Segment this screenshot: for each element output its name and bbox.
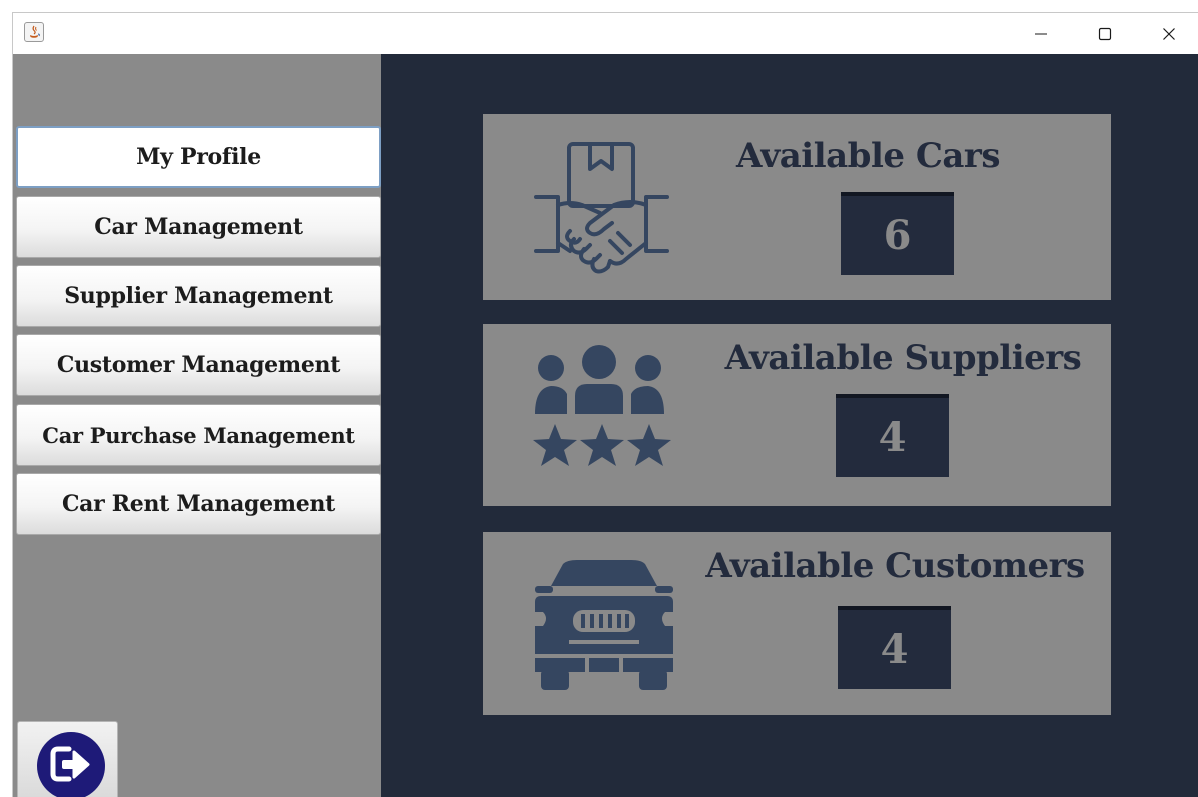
card-title: Available Cars (736, 136, 1000, 176)
nav-my-profile-button[interactable]: My Profile (16, 126, 381, 188)
team-rating-icon (533, 344, 678, 478)
car-front-icon (533, 560, 678, 696)
cars-count: 6 (841, 192, 954, 275)
nav-label: Car Purchase Management (42, 422, 355, 448)
title-bar (13, 13, 1198, 54)
customers-count: 4 (838, 606, 951, 689)
card-title: Available Suppliers (724, 338, 1082, 378)
suppliers-count: 4 (836, 394, 949, 477)
dashboard-panel: Available Cars 6 Available Suppliers 4 A… (381, 54, 1198, 797)
available-suppliers-card: Available Suppliers 4 (483, 324, 1111, 506)
available-customers-card: Available Customers 4 (483, 532, 1111, 715)
nav-label: Car Management (94, 214, 303, 240)
close-button[interactable] (1136, 13, 1198, 54)
nav-label: Customer Management (56, 352, 341, 378)
minimize-button[interactable] (1008, 13, 1074, 54)
nav-label: My Profile (136, 144, 261, 170)
nav-customer-management-button[interactable]: Customer Management (16, 334, 381, 396)
close-icon (1163, 27, 1175, 40)
maximize-icon (1098, 27, 1112, 40)
maximize-button[interactable] (1072, 13, 1138, 54)
logout-button[interactable] (17, 721, 118, 797)
handshake-package-icon (530, 139, 675, 288)
app-window: My Profile Car Management Supplier Manag… (12, 12, 1198, 797)
nav-car-purchase-management-button[interactable]: Car Purchase Management (16, 404, 381, 466)
sidebar: My Profile Car Management Supplier Manag… (13, 54, 381, 797)
nav-label: Car Rent Management (61, 491, 336, 517)
nav-car-management-button[interactable]: Car Management (16, 196, 381, 258)
java-app-icon (24, 22, 44, 42)
logout-icon (37, 732, 105, 797)
nav-supplier-management-button[interactable]: Supplier Management (16, 265, 381, 327)
available-cars-card: Available Cars 6 (483, 114, 1111, 300)
nav-car-rent-management-button[interactable]: Car Rent Management (16, 473, 381, 535)
card-title: Available Customers (705, 546, 1085, 586)
nav-label: Supplier Management (64, 283, 333, 309)
minimize-icon (1035, 33, 1047, 34)
